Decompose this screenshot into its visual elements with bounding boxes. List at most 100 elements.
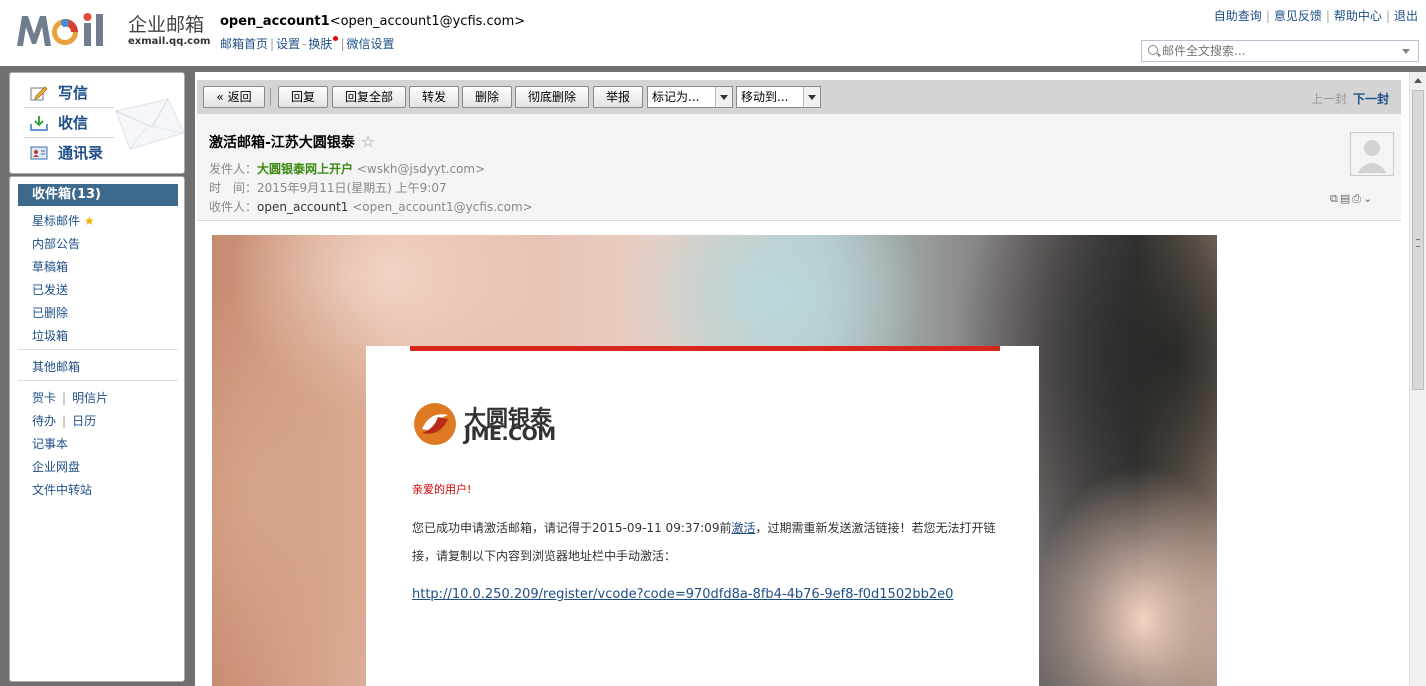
- new-dot-icon: [333, 36, 339, 41]
- sidebar-item-other-mailbox[interactable]: 其他邮箱: [32, 358, 80, 375]
- mark-as-select[interactable]: 标记为...: [647, 86, 733, 108]
- link-feedback[interactable]: 意见反馈: [1274, 9, 1322, 23]
- move-to-select[interactable]: 移动到...: [736, 86, 821, 108]
- scrollbar-thumb[interactable]: [1412, 90, 1424, 390]
- mail-body: 大圆银泰 JME.COM 亲爱的用户! 您已成功申请激活邮箱，请记得于2015-…: [212, 235, 1217, 686]
- link-self-query[interactable]: 自助查询: [1214, 9, 1262, 23]
- sidebar-item-starred[interactable]: 星标邮件 ★: [32, 212, 95, 229]
- mail-pager: 上一封 下一封: [1311, 90, 1389, 107]
- star-icon[interactable]: ☆: [361, 132, 375, 151]
- sidebar-item-greeting-card[interactable]: 贺卡: [32, 391, 56, 405]
- delete-permanently-button[interactable]: 彻底删除: [515, 86, 589, 108]
- compose-button[interactable]: 写信: [30, 82, 88, 103]
- forward-button[interactable]: 转发: [409, 86, 459, 108]
- link-help[interactable]: 帮助中心: [1334, 9, 1382, 23]
- compose-icon: [30, 86, 48, 101]
- search-dropdown-icon[interactable]: [1402, 49, 1410, 54]
- activation-url-link[interactable]: http://10.0.250.209/register/vcode?code=…: [412, 587, 953, 602]
- chevron-down-icon: [715, 87, 732, 107]
- sidebar-item-spam[interactable]: 垃圾箱: [32, 327, 68, 344]
- nav-skin[interactable]: 换肤: [308, 37, 332, 51]
- next-mail-link[interactable]: 下一封: [1353, 92, 1389, 106]
- reply-button[interactable]: 回复: [278, 86, 328, 108]
- logo[interactable]: 企业邮箱 exmail.qq.com: [14, 10, 210, 50]
- divider: [24, 107, 114, 108]
- delete-button[interactable]: 删除: [462, 86, 512, 108]
- nav-separator: |: [340, 37, 345, 51]
- mail-subject: 激活邮箱-江苏大圆银泰 ☆: [209, 132, 375, 152]
- time-value: 2015年9月11日(星期五) 上午9:07: [257, 181, 447, 195]
- sidebar-item-postcard[interactable]: 明信片: [72, 391, 108, 405]
- text-view-icon[interactable]: ▤: [1340, 192, 1352, 205]
- search-input[interactable]: [1162, 42, 1392, 60]
- link-separator: |: [1325, 9, 1330, 23]
- print-icon[interactable]: ⎙: [1352, 192, 1363, 205]
- quick-actions-panel: 写信 收信 通讯录: [9, 72, 185, 174]
- chevron-down-icon: [803, 87, 820, 107]
- star-icon: ★: [83, 214, 95, 228]
- more-chevron-icon[interactable]: ⌄: [1363, 192, 1374, 205]
- nav-separator: -: [302, 37, 307, 51]
- time-label: 时 间：: [209, 181, 258, 195]
- nav-wechat-settings[interactable]: 微信设置: [346, 37, 394, 51]
- toolbar-divider: [270, 88, 271, 106]
- sidebar-item-todo[interactable]: 待办: [32, 414, 56, 428]
- sidebar-item-drafts[interactable]: 草稿箱: [32, 258, 68, 275]
- new-window-icon[interactable]: ⧉: [1330, 192, 1340, 205]
- nav-mail-home[interactable]: 邮箱首页: [220, 37, 268, 51]
- jme-logo: 大圆银泰 JME.COM: [412, 401, 582, 447]
- to-label: 收件人：: [209, 200, 258, 214]
- search-icon: [1148, 45, 1158, 55]
- jme-logo-icon: [414, 403, 456, 445]
- activation-card: 大圆银泰 JME.COM 亲爱的用户! 您已成功申请激活邮箱，请记得于2015-…: [366, 346, 1039, 686]
- link-separator: |: [1265, 9, 1270, 23]
- scroll-up-icon[interactable]: [1414, 78, 1422, 83]
- to-email: <open_account1@ycfis.com>: [352, 200, 533, 214]
- divider: [18, 349, 178, 350]
- search-box[interactable]: [1141, 40, 1419, 62]
- sidebar-item-file-transfer[interactable]: 文件中转站: [32, 481, 92, 498]
- separator: |: [62, 391, 67, 405]
- card-top-bar: [410, 346, 1000, 351]
- sidebar-item-inbox[interactable]: 收件箱(13): [18, 184, 178, 206]
- from-name[interactable]: 大圆银泰网上开户: [257, 162, 353, 176]
- logo-domain: exmail.qq.com: [128, 36, 211, 47]
- page-scrollbar[interactable]: [1409, 72, 1426, 686]
- envelope-decoration-icon: [115, 98, 185, 150]
- sidebar-item-deleted[interactable]: 已删除: [32, 304, 68, 321]
- back-button[interactable]: « 返回: [203, 86, 265, 108]
- grip-icon: [1416, 239, 1420, 247]
- link-logout[interactable]: 退出: [1394, 9, 1418, 23]
- activate-link[interactable]: 激活: [731, 521, 755, 535]
- sidebar-item-label: 星标邮件: [32, 214, 81, 228]
- subject-text: 激活邮箱-江苏大圆银泰: [209, 135, 355, 151]
- link-separator: |: [1385, 9, 1390, 23]
- paragraph-text: 您已成功申请激活邮箱，请记得于2015-09-11 09:37:09前: [412, 521, 732, 535]
- reply-all-button[interactable]: 回复全部: [332, 86, 406, 108]
- contacts-button[interactable]: 通讯录: [30, 142, 103, 163]
- separator: |: [62, 414, 67, 428]
- account-info: open_account1<open_account1@ycfis.com>: [220, 14, 525, 29]
- top-nav: 邮箱首页 | 设置 - 换肤 | 微信设置: [220, 35, 395, 52]
- sidebar-item-calendar[interactable]: 日历: [72, 414, 96, 428]
- logo-cn-text: 企业邮箱: [128, 14, 205, 36]
- nav-separator: |: [270, 37, 275, 51]
- jme-logo-en: JME.COM: [464, 423, 556, 445]
- mail-reader: « 返回 回复 回复全部 转发 删除 彻底删除 举报 标记为... 移动到...…: [195, 72, 1426, 686]
- nav-settings[interactable]: 设置: [276, 37, 300, 51]
- receive-label: 收信: [58, 114, 89, 132]
- receive-button[interactable]: 收信: [30, 112, 88, 133]
- contacts-label: 通讯录: [58, 144, 104, 162]
- divider: [18, 380, 178, 381]
- sidebar-row-cards: 贺卡 | 明信片: [32, 389, 108, 406]
- sidebar-row-todo: 待办 | 日历: [32, 412, 96, 429]
- compose-label: 写信: [58, 84, 89, 102]
- sidebar-item-netdisk[interactable]: 企业网盘: [32, 458, 80, 475]
- from-email: <wskh@jsdyyt.com>: [356, 162, 486, 176]
- sidebar-item-announcements[interactable]: 内部公告: [32, 235, 80, 252]
- report-button[interactable]: 举报: [593, 86, 643, 108]
- to-name[interactable]: open_account1: [257, 200, 348, 214]
- sidebar-item-sent[interactable]: 已发送: [32, 281, 68, 298]
- prev-mail-link[interactable]: 上一封: [1311, 92, 1347, 106]
- sidebar-item-notes[interactable]: 记事本: [32, 435, 68, 452]
